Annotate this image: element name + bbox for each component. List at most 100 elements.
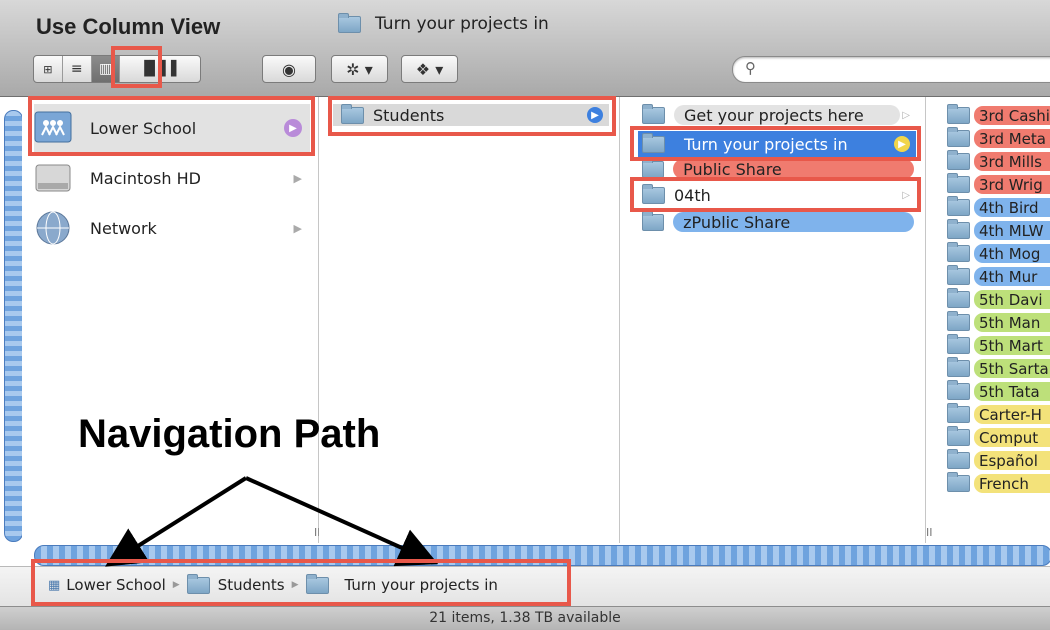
- list-item[interactable]: Carter-H: [947, 403, 1050, 426]
- list-item-label: Carter-H: [974, 405, 1050, 424]
- sidebar-item-label: Network: [90, 218, 157, 238]
- search-icon: ⚲: [745, 59, 756, 77]
- list-view-button[interactable]: ≡: [63, 56, 92, 82]
- folder-icon: [947, 449, 970, 469]
- folder-icon: [947, 265, 970, 285]
- list-item[interactable]: 5th Man: [947, 311, 1050, 334]
- gear-icon: ✲ ▾: [346, 59, 373, 79]
- list-item-label: 4th Mur: [974, 267, 1050, 286]
- folder-icon: [947, 173, 970, 193]
- list-item[interactable]: Español: [947, 449, 1050, 472]
- column-view-button[interactable]: ▥: [91, 56, 121, 82]
- sidebar-item-macintosh-hd[interactable]: Macintosh HD ▶: [34, 154, 310, 202]
- list-item-label: 3rd Cashi: [974, 106, 1050, 125]
- list-item-label: French: [974, 474, 1050, 493]
- path-bar: ▦ Lower School ▶ Students ▶ Turn your pr…: [0, 566, 1050, 607]
- folder-icon: [186, 573, 210, 594]
- list-item[interactable]: French: [947, 472, 1050, 495]
- folder-icon: [947, 127, 970, 147]
- list-item-label: 5th Mart: [974, 336, 1050, 355]
- folder-icon: [947, 104, 970, 124]
- action-button[interactable]: ✲ ▾: [331, 55, 388, 83]
- list-item-public-share[interactable]: Public Share: [642, 157, 914, 180]
- list-item-students[interactable]: Students ▶: [333, 103, 609, 126]
- dropbox-button[interactable]: ❖ ▾: [401, 55, 458, 83]
- icon-view-button[interactable]: ⊞: [34, 56, 63, 82]
- list-item-label: 4th Bird: [974, 198, 1050, 217]
- folder-icon: [947, 311, 970, 331]
- list-item[interactable]: 3rd Meta: [947, 127, 1050, 150]
- breadcrumb: ▦ Lower School ▶ Students ▶ Turn your pr…: [48, 573, 498, 594]
- list-item-turn-in-projects[interactable]: Turn your projects in ▶: [638, 131, 916, 157]
- list-item-label: 5th Man: [974, 313, 1050, 332]
- list-item-label: Comput: [974, 428, 1050, 447]
- toolbar: Use Column View Turn your projects in ⊞ …: [0, 0, 1050, 97]
- view-mode-control: ⊞ ≡ ▥ ▐▌▌▌: [33, 55, 201, 83]
- list-item-label: 5th Tata: [974, 382, 1050, 401]
- vertical-scrollbar[interactable]: [4, 110, 23, 542]
- list-item[interactable]: 4th Bird: [947, 196, 1050, 219]
- list-item-label: 3rd Wrig: [974, 175, 1050, 194]
- list-item[interactable]: 3rd Cashi: [947, 104, 1050, 127]
- list-item-label: 04th: [674, 185, 711, 205]
- annotation-label: Navigation Path: [78, 412, 381, 456]
- column-resize-handle[interactable]: II: [926, 526, 933, 539]
- list-item[interactable]: 5th Mart: [947, 334, 1050, 357]
- list-item-zpublic-share[interactable]: zPublic Share: [642, 210, 914, 233]
- folder-icon: [947, 150, 970, 170]
- breadcrumb-item[interactable]: Lower School: [66, 576, 166, 594]
- list-item-label: Get your projects here: [674, 105, 900, 125]
- folder-icon: [947, 403, 970, 423]
- folder-icon: [947, 357, 970, 377]
- search-field[interactable]: ⚲: [732, 56, 1050, 83]
- list-item[interactable]: 5th Tata: [947, 380, 1050, 403]
- folder-icon: [947, 219, 970, 239]
- list-item[interactable]: 4th Mur: [947, 265, 1050, 288]
- disclosure-arrow-icon: ▶: [587, 107, 603, 123]
- folder-icon: [947, 380, 970, 400]
- breadcrumb-item[interactable]: Turn your projects in: [345, 576, 498, 594]
- status-bar: 21 items, 1.38 TB available: [0, 606, 1050, 630]
- list-item-label: Turn your projects in: [684, 134, 848, 154]
- folder-icon: [642, 183, 665, 204]
- hard-disk-icon: [35, 164, 71, 192]
- network-share-icon: ▦: [48, 577, 61, 593]
- folder-icon: [642, 210, 665, 231]
- list-item[interactable]: 3rd Mills: [947, 150, 1050, 173]
- list-item[interactable]: 3rd Wrig: [947, 173, 1050, 196]
- list-item[interactable]: 5th Sarta: [947, 357, 1050, 380]
- folder-icon: [341, 103, 364, 124]
- sidebar-item-lower-school[interactable]: Lower School ▶: [34, 104, 310, 152]
- list-item-label: 4th Mog: [974, 244, 1050, 263]
- disclosure-arrow-icon: ▶: [293, 221, 302, 235]
- list-item[interactable]: Comput: [947, 426, 1050, 449]
- disclosure-arrow-icon: ▶: [293, 171, 302, 185]
- folder-icon: [947, 242, 970, 262]
- folder-icon: [947, 288, 970, 308]
- globe-icon: [36, 211, 70, 245]
- list-item-label: 4th MLW: [974, 221, 1050, 240]
- folder-icon: [642, 103, 665, 124]
- breadcrumb-item[interactable]: Students: [218, 576, 285, 594]
- list-item[interactable]: 4th MLW: [947, 219, 1050, 242]
- folder-icon: [947, 472, 970, 492]
- folder-icon: [305, 573, 329, 594]
- list-item-get-projects[interactable]: Get your projects here ▷: [642, 103, 914, 126]
- list-item[interactable]: 4th Mog: [947, 242, 1050, 265]
- disclosure-arrow-icon: ▶: [284, 119, 302, 137]
- window-title-text: Turn your projects in: [375, 14, 549, 34]
- eye-icon: ◉: [282, 59, 296, 79]
- disclosure-arrow-icon: ▷: [902, 109, 910, 121]
- path-separator-icon: ▶: [291, 580, 299, 590]
- list-item[interactable]: 5th Davi: [947, 288, 1050, 311]
- sidebar-item-network[interactable]: Network ▶: [34, 204, 310, 252]
- folder-icon: [642, 157, 665, 178]
- annotation-title: Use Column View: [36, 14, 221, 39]
- folder-icon: [642, 132, 665, 153]
- quicklook-button[interactable]: ◉: [262, 55, 316, 83]
- column-lower-school: II: [319, 97, 629, 543]
- dropbox-icon: ❖ ▾: [415, 59, 444, 79]
- coverflow-view-button[interactable]: ▐▌▌▌: [120, 56, 200, 82]
- horizontal-scrollbar[interactable]: [34, 545, 1050, 566]
- list-item-04th[interactable]: 04th ▷: [642, 183, 914, 206]
